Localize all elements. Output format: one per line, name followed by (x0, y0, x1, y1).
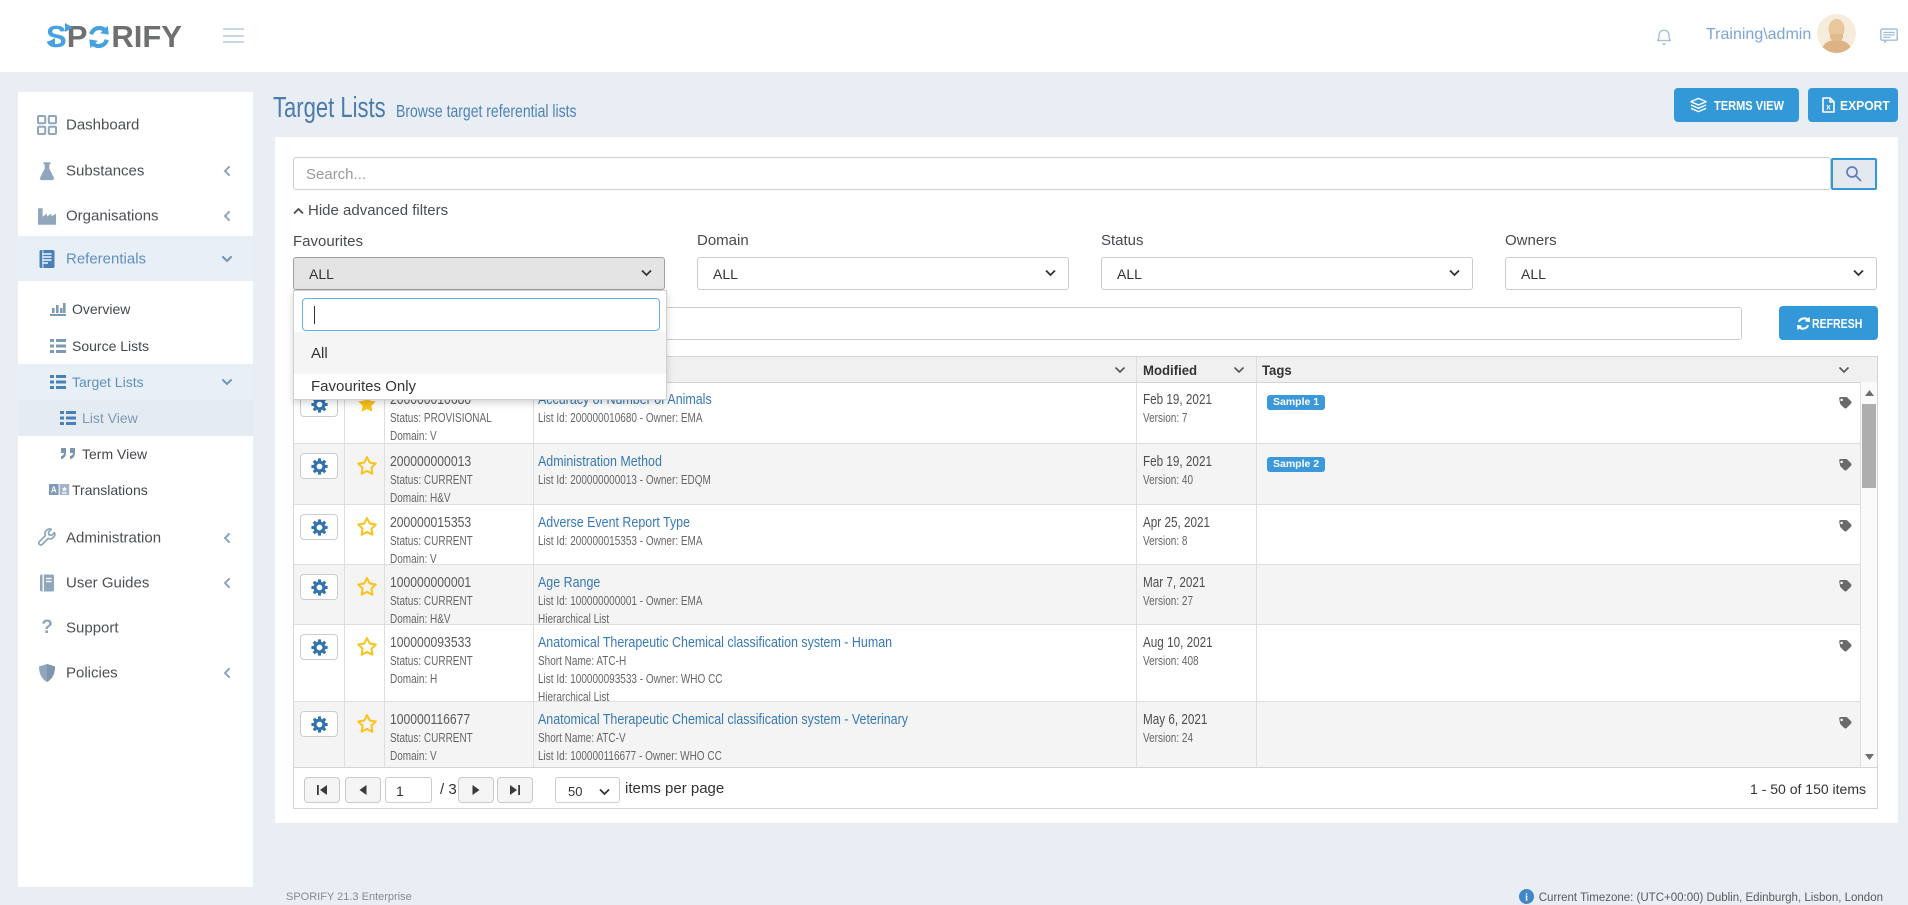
svg-text:x: x (1826, 103, 1831, 112)
svg-text:i: i (1525, 892, 1528, 903)
svg-text:A: A (51, 486, 57, 495)
